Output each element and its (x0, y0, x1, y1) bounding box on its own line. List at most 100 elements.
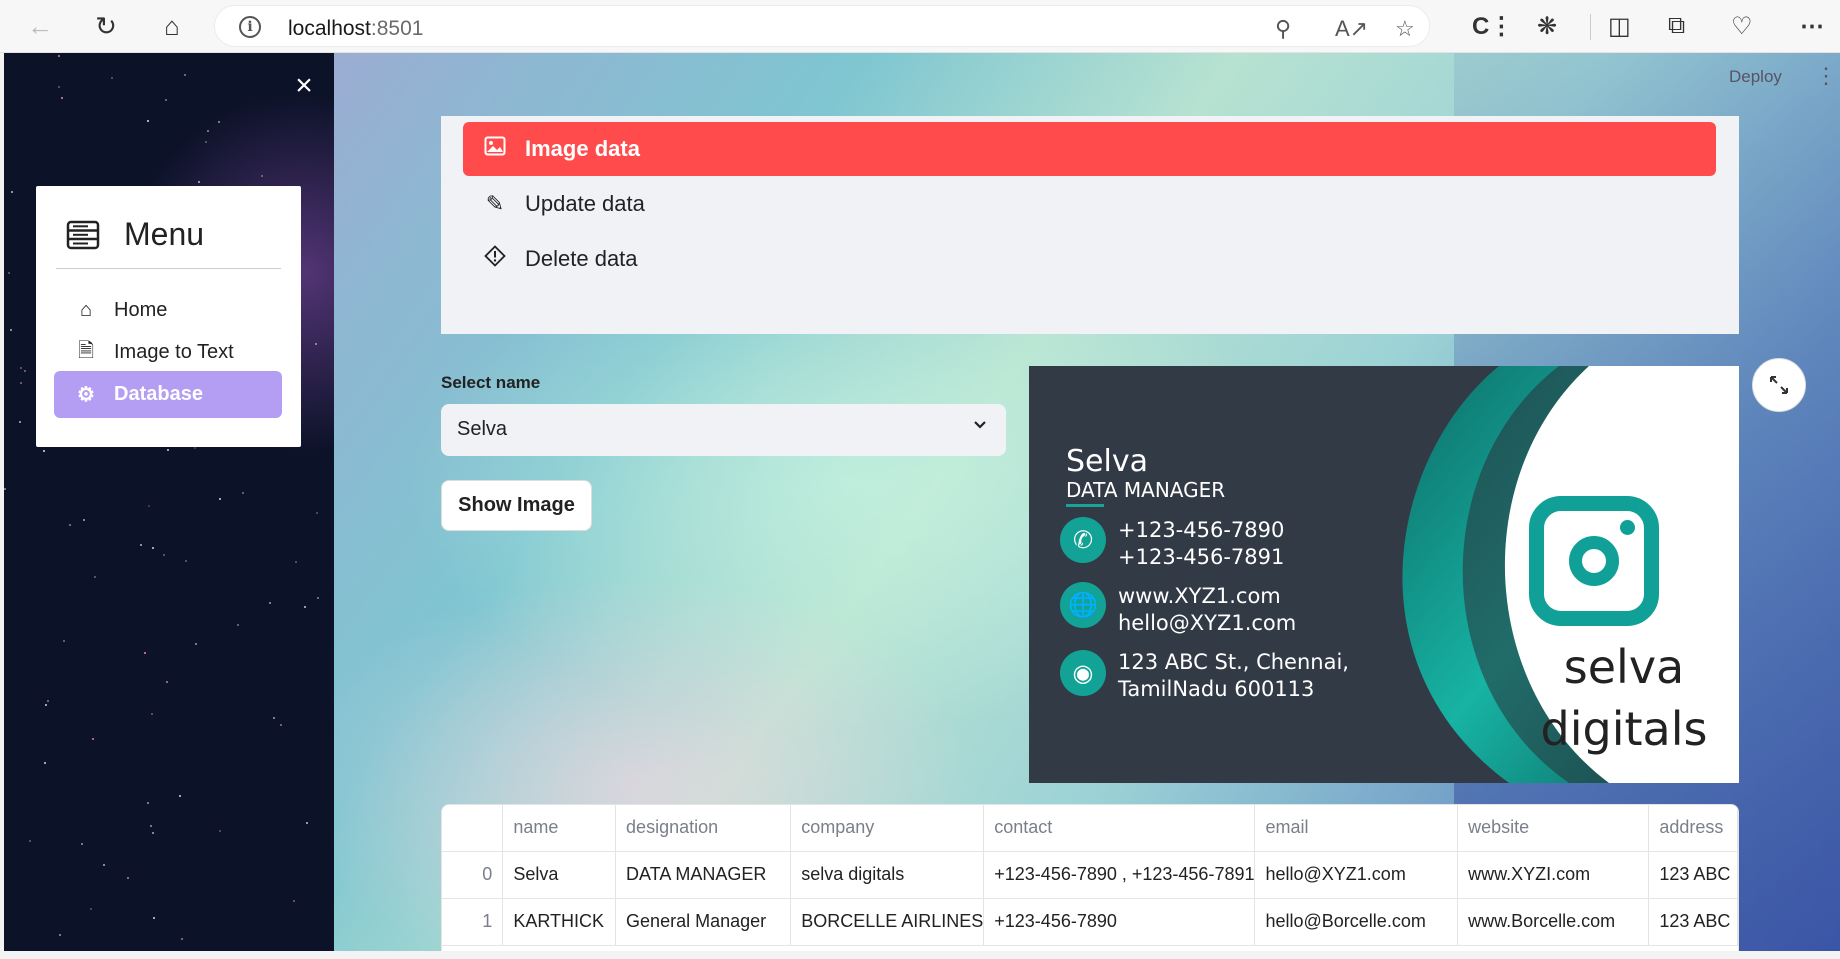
option-delete-data[interactable]: Delete data (463, 232, 1716, 286)
star-dot (90, 908, 92, 910)
favorite-star-icon[interactable]: ☆ (1395, 16, 1415, 42)
url-host: localhost (288, 17, 371, 40)
star-dot (58, 55, 60, 57)
chevron-down-icon[interactable] (972, 416, 988, 437)
star-dot (205, 141, 207, 143)
show-image-button[interactable]: Show Image (441, 480, 592, 531)
main-menu-kebab-icon[interactable]: ⋮ (1815, 63, 1837, 89)
star-dot (151, 713, 153, 715)
sidebar-item-image-to-text[interactable]: 🗎 Image to Text (54, 329, 282, 376)
warning-diamond-icon (483, 245, 507, 273)
option-update-data[interactable]: ✎ Update data (463, 177, 1716, 231)
star-dot (83, 519, 85, 521)
card-address-line-1: 123 ABC St., Chennai, (1118, 650, 1349, 674)
star-dot (103, 864, 105, 866)
star-dot (147, 802, 149, 804)
copilot-icon[interactable]: C⋮ (1472, 12, 1513, 41)
star-dot (237, 624, 239, 626)
star-dot (140, 544, 142, 546)
table-cell[interactable]: www.XYZI.com (1457, 851, 1650, 899)
split-screen-icon[interactable]: ◫ (1608, 12, 1631, 41)
star-dot (194, 447, 196, 449)
file-text-icon: 🗎 (77, 339, 95, 362)
column-header[interactable]: designation (615, 805, 792, 852)
url-port: :8501 (370, 17, 424, 40)
table-cell[interactable]: 123 ABC (1648, 898, 1738, 946)
card-phones: +123-456-7890 +123-456-7891 (1118, 517, 1284, 571)
menu-header: Menu (66, 216, 204, 253)
fullscreen-expand-icon[interactable] (1752, 358, 1806, 412)
card-phone-2: +123-456-7891 (1118, 545, 1285, 569)
browser-essentials-icon[interactable]: ♡ (1731, 12, 1753, 41)
card-address: 123 ABC St., Chennai, TamilNadu 600113 (1118, 649, 1349, 703)
column-header[interactable]: contact (983, 805, 1256, 852)
table-cell[interactable]: www.Borcelle.com (1457, 898, 1650, 946)
card-role: DATA MANAGER (1066, 478, 1226, 502)
column-header[interactable]: name (502, 805, 617, 852)
gear-icon: ⚙ (77, 384, 95, 406)
address-bar[interactable]: i localhost:8501 ⚲ A↗ ☆ (214, 5, 1430, 47)
table-cell[interactable]: 123 ABC (1648, 851, 1738, 899)
home-icon[interactable]: ⌂ (154, 8, 190, 44)
column-header[interactable]: address (1648, 805, 1738, 852)
site-info-icon[interactable]: i (239, 16, 261, 38)
star-dot (261, 175, 263, 177)
table-cell[interactable]: KARTHICK (502, 898, 617, 946)
column-header[interactable]: website (1457, 805, 1650, 852)
table-cell[interactable]: 1 (442, 898, 504, 946)
star-dot (316, 512, 318, 514)
back-arrow-icon[interactable]: ← (22, 8, 58, 44)
deploy-button[interactable]: Deploy (1729, 67, 1782, 87)
table-cell[interactable]: hello@Borcelle.com (1254, 898, 1459, 946)
table-cell[interactable]: General Manager (615, 898, 792, 946)
data-table-container[interactable]: name designation company contact email w… (441, 804, 1739, 951)
table-cell[interactable]: DATA MANAGER (615, 851, 792, 899)
read-aloud-icon[interactable]: A↗ (1335, 16, 1368, 42)
star-dot (163, 554, 165, 556)
location-pin-icon: ◉ (1060, 650, 1106, 696)
table-cell[interactable]: +123-456-7890 (983, 898, 1256, 946)
table-cell[interactable]: 0 (442, 851, 504, 899)
star-dot (242, 492, 244, 494)
star-dot (94, 576, 96, 578)
star-dot (43, 450, 45, 452)
star-dot (315, 343, 317, 345)
sidebar-item-home[interactable]: ⌂ Home (54, 287, 282, 334)
star-dot (19, 421, 21, 423)
star-dot (167, 449, 169, 451)
star-dot (152, 547, 154, 549)
table-cell[interactable]: selva digitals (790, 851, 985, 899)
star-dot (195, 643, 197, 645)
extensions-icon[interactable]: ❋ (1537, 12, 1557, 41)
zoom-out-icon[interactable]: ⚲ (1275, 16, 1291, 42)
star-dot (317, 597, 319, 599)
card-web: www.XYZ1.com hello@XYZ1.com (1118, 583, 1296, 637)
star-dot (185, 560, 187, 562)
star-dot (4, 488, 6, 490)
star-dot (81, 843, 83, 845)
image-icon (483, 136, 507, 162)
star-dot (63, 640, 65, 642)
close-sidebar-icon[interactable]: × (290, 71, 318, 101)
card-phone-1: +123-456-7890 (1118, 518, 1285, 542)
table-row: 1 KARTHICK General Manager BORCELLE AIRL… (442, 898, 1738, 946)
option-image-data[interactable]: Image data (463, 122, 1716, 176)
table-cell[interactable]: hello@XYZ1.com (1254, 851, 1459, 899)
table-cell[interactable]: Selva (502, 851, 617, 899)
table-cell[interactable]: +123-456-7890 , +123-456-7891 (983, 851, 1256, 899)
column-header[interactable]: email (1254, 805, 1459, 852)
star-dot (44, 762, 46, 764)
settings-more-icon[interactable]: ⋯ (1800, 12, 1824, 41)
star-dot (29, 840, 31, 842)
collections-icon[interactable]: ⧉ (1668, 12, 1685, 40)
house-icon: ⌂ (79, 299, 93, 321)
refresh-icon[interactable]: ↻ (88, 8, 124, 44)
star-dot (293, 900, 295, 902)
column-header[interactable]: company (790, 805, 985, 852)
star-dot (111, 77, 113, 79)
table-cell[interactable]: BORCELLE AIRLINES (790, 898, 985, 946)
name-select[interactable]: Selva (441, 404, 1006, 456)
card-brand-line-1: selva (1563, 640, 1685, 694)
column-header[interactable] (442, 805, 504, 852)
sidebar-item-database[interactable]: ⚙ Database (54, 371, 282, 418)
